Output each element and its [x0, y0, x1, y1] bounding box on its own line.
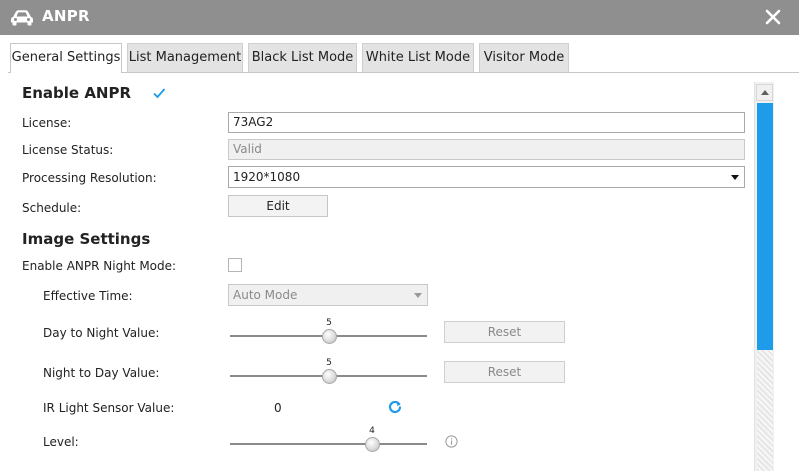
- car-icon: [11, 10, 33, 26]
- slider-thumb[interactable]: [322, 369, 337, 384]
- chevron-up-icon: [761, 90, 769, 95]
- night-mode-checkbox[interactable]: [228, 258, 242, 272]
- ir-sensor-value: 0: [274, 401, 282, 415]
- info-icon[interactable]: [445, 435, 458, 448]
- chevron-down-icon: [414, 293, 422, 298]
- image-settings-heading: Image Settings: [22, 230, 151, 248]
- content-scrollbar[interactable]: [754, 82, 774, 471]
- scroll-up-button[interactable]: [756, 84, 773, 101]
- slider-track: [230, 443, 427, 445]
- processing-resolution-select[interactable]: 1920*1080: [228, 166, 745, 188]
- night-to-day-reset-button: Reset: [444, 361, 565, 383]
- level-slider[interactable]: 4: [230, 426, 427, 452]
- right-gutter: [774, 73, 799, 471]
- effective-time-value: Auto Mode: [233, 288, 298, 302]
- slider-thumb[interactable]: [322, 329, 337, 344]
- enable-anpr-checkbox[interactable]: [152, 86, 166, 100]
- close-icon[interactable]: [763, 7, 783, 27]
- enable-anpr-heading: Enable ANPR: [22, 84, 132, 102]
- ir-sensor-label: IR Light Sensor Value:: [43, 401, 175, 415]
- schedule-label: Schedule:: [22, 201, 82, 215]
- night-to-day-slider[interactable]: 5: [230, 358, 427, 384]
- processing-resolution-label: Processing Resolution:: [22, 171, 157, 185]
- day-to-night-reset-button: Reset: [444, 321, 565, 343]
- tab-general-settings[interactable]: General Settings: [10, 43, 122, 73]
- day-to-night-label: Day to Night Value:: [43, 326, 160, 340]
- level-label: Level:: [43, 435, 79, 449]
- schedule-edit-button[interactable]: Edit: [228, 195, 328, 217]
- effective-time-label: Effective Time:: [43, 289, 133, 303]
- slider-value: 4: [369, 426, 375, 436]
- night-mode-label: Enable ANPR Night Mode:: [22, 259, 177, 273]
- license-status-field: Valid: [228, 139, 745, 160]
- slider-value: 5: [326, 358, 332, 368]
- night-to-day-label: Night to Day Value:: [43, 366, 160, 380]
- scrollbar-track[interactable]: [757, 350, 773, 471]
- refresh-icon[interactable]: [388, 400, 402, 414]
- general-settings-panel: Enable ANPR License: 73AG2 License Statu…: [0, 73, 754, 471]
- slider-thumb[interactable]: [365, 437, 380, 452]
- window-title: ANPR: [42, 7, 90, 25]
- chevron-down-icon: [731, 175, 739, 180]
- day-to-night-slider[interactable]: 5: [230, 318, 427, 344]
- license-status-label: License Status:: [22, 143, 114, 157]
- tab-visitor-mode[interactable]: Visitor Mode: [479, 43, 569, 72]
- processing-resolution-value: 1920*1080: [233, 170, 301, 184]
- effective-time-select: Auto Mode: [228, 284, 428, 306]
- license-label: License:: [22, 116, 72, 130]
- window-titlebar: ANPR: [0, 0, 799, 35]
- slider-value: 5: [326, 318, 332, 328]
- tab-black-list-mode[interactable]: Black List Mode: [248, 43, 357, 72]
- scrollbar-thumb[interactable]: [757, 103, 773, 350]
- license-input[interactable]: 73AG2: [228, 112, 745, 133]
- tab-white-list-mode[interactable]: White List Mode: [362, 43, 474, 72]
- tab-list-management[interactable]: List Management: [127, 43, 243, 72]
